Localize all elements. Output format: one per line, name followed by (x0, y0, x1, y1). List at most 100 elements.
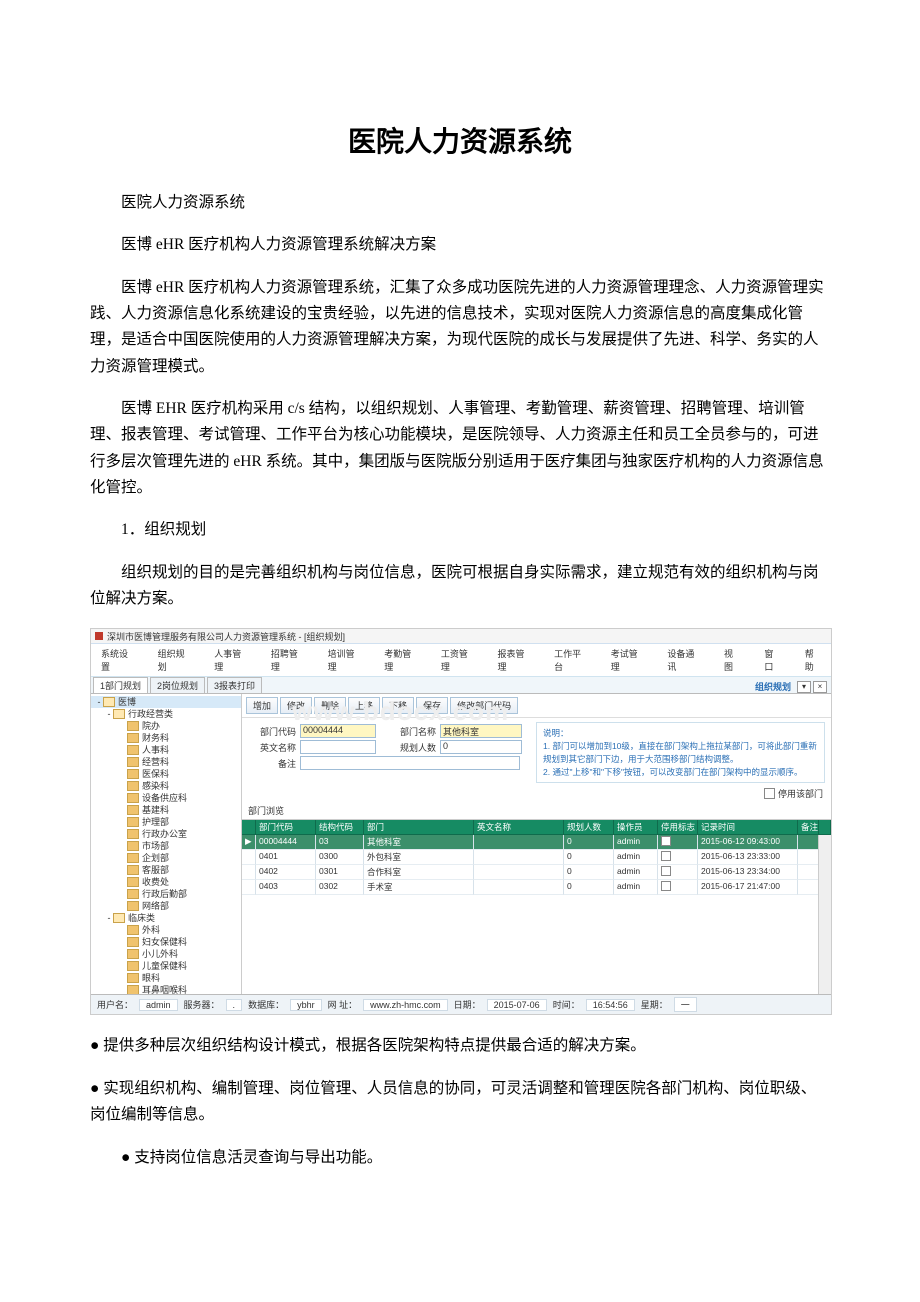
tree-node[interactable]: 眼科 (91, 972, 241, 984)
menu-item[interactable]: 系统设置 (95, 646, 140, 674)
tree-node[interactable]: 儿童保健科 (91, 960, 241, 972)
tree-node[interactable]: 妇女保健科 (91, 936, 241, 948)
status-date: 2015-07-06 (487, 999, 547, 1011)
menu-item[interactable]: 考勤管理 (378, 646, 423, 674)
window-icon (95, 632, 103, 640)
grid-cell: ▶ (242, 835, 256, 850)
tree-node[interactable]: -医博 (91, 696, 241, 708)
tree-node[interactable]: 经营科 (91, 756, 241, 768)
tree-label: 儿童保健科 (142, 960, 187, 972)
grid-cell: 0402 (256, 865, 316, 880)
tree-node[interactable]: 财务科 (91, 732, 241, 744)
dept-code-input[interactable]: 00004444 (300, 724, 376, 738)
vertical-scrollbar[interactable] (818, 835, 831, 994)
tab-bar: 1部门规划2岗位规划3报表打印 组织规划 ▾ × (91, 677, 831, 694)
tree-node[interactable]: 行政后勤部 (91, 888, 241, 900)
tree-node[interactable]: 小儿外科 (91, 948, 241, 960)
para-4: 医博 EHR 医疗机构采用 c/s 结构，以组织规划、人事管理、考勤管理、薪资管… (90, 396, 830, 501)
toolbar-button[interactable]: 修改部门代码 (450, 697, 518, 714)
tree-node[interactable]: 设备供应科 (91, 792, 241, 804)
tree-node[interactable]: -行政经营类 (91, 708, 241, 720)
menu-item[interactable]: 人事管理 (208, 646, 253, 674)
status-server-label: 服务器： (184, 998, 220, 1011)
grid-header-cell: 停用标志 (658, 820, 698, 835)
grid-cell: 合作科室 (364, 865, 474, 880)
grid-cell: 2015-06-13 23:33:00 (698, 850, 798, 865)
plan-count-input[interactable]: 0 (440, 740, 522, 754)
folder-icon (127, 901, 139, 911)
menu-item[interactable]: 设备通讯 (661, 646, 706, 674)
stop-flag-checkbox[interactable] (661, 836, 671, 846)
status-site-label: 网 址： (328, 998, 358, 1011)
grid-row[interactable]: 04020301合作科室0admin2015-06-13 23:34:00 (242, 865, 831, 880)
tab[interactable]: 1部门规划 (93, 677, 148, 693)
stop-flag-checkbox[interactable] (661, 866, 671, 876)
grid-cell: 0 (564, 850, 614, 865)
en-name-input[interactable] (300, 740, 376, 754)
tree-node[interactable]: 耳鼻咽喉科 (91, 984, 241, 994)
grid-header-cell: 结构代码 (316, 820, 364, 835)
dept-name-input[interactable]: 其他科室 (440, 724, 522, 738)
stop-checkbox[interactable] (764, 788, 775, 799)
toolbar-button[interactable]: 上移 (348, 697, 380, 714)
toolbar-button[interactable]: 增加 (246, 697, 278, 714)
menu-item[interactable]: 视图 (718, 646, 746, 674)
dept-code-label: 部门代码 (248, 725, 296, 738)
tree-node[interactable]: 护理部 (91, 816, 241, 828)
tree-label: 网络部 (142, 900, 169, 912)
grid-row[interactable]: ▶0000444403其他科室0admin2015-06-12 09:43:00 (242, 835, 831, 850)
tree-node[interactable]: 企划部 (91, 852, 241, 864)
folder-icon (127, 853, 139, 863)
folder-icon (127, 745, 139, 755)
grid-row[interactable]: 04010300外包科室0admin2015-06-13 23:33:00 (242, 850, 831, 865)
toolbar-button[interactable]: 删除 (314, 697, 346, 714)
hint-2: 2. 通过"上移"和"下移"按钮，可以改变部门在部门架构中的显示顺序。 (543, 766, 818, 779)
tree-node[interactable]: 人事科 (91, 744, 241, 756)
grid-body[interactable]: ▶0000444403其他科室0admin2015-06-12 09:43:00… (242, 835, 831, 994)
grid-row[interactable]: 04030302手术室0admin2015-06-17 21:47:00 (242, 880, 831, 895)
tree-node[interactable]: -临床类 (91, 912, 241, 924)
tree-node[interactable]: 基建科 (91, 804, 241, 816)
tree-node[interactable]: 网络部 (91, 900, 241, 912)
menu-item[interactable]: 组织规划 (152, 646, 197, 674)
tree-node[interactable]: 市场部 (91, 840, 241, 852)
grid-header-cell: 部门 (364, 820, 474, 835)
grid-cell: 0300 (316, 850, 364, 865)
tree-node[interactable]: 感染科 (91, 780, 241, 792)
menu-item[interactable]: 工资管理 (435, 646, 480, 674)
tab[interactable]: 3报表打印 (207, 677, 262, 693)
menu-item[interactable]: 帮助 (799, 646, 827, 674)
remark-input[interactable] (300, 756, 520, 770)
folder-icon (127, 781, 139, 791)
tree-node[interactable]: 医保科 (91, 768, 241, 780)
menu-item[interactable]: 报表管理 (491, 646, 536, 674)
menu-item[interactable]: 工作平台 (548, 646, 593, 674)
close-icon[interactable]: × (813, 681, 827, 693)
remark-label: 备注 (248, 757, 296, 770)
toolbar-button[interactable]: 下移 (382, 697, 414, 714)
status-date-label: 日期： (454, 998, 481, 1011)
tab[interactable]: 2岗位规划 (150, 677, 205, 693)
tree-node[interactable]: 外科 (91, 924, 241, 936)
tree-node[interactable]: 收费处 (91, 876, 241, 888)
tree-node[interactable]: 客服部 (91, 864, 241, 876)
grid-header: 部门代码结构代码部门英文名称规划人数操作员停用标志记录时间备注 (242, 820, 831, 835)
toolbar-button[interactable]: 修改 (280, 697, 312, 714)
stop-flag-checkbox[interactable] (661, 851, 671, 861)
grid-cell: 2015-06-17 21:47:00 (698, 880, 798, 895)
menu-item[interactable]: 考试管理 (605, 646, 650, 674)
toolbar-button[interactable]: 保存 (416, 697, 448, 714)
menu-item[interactable]: 培训管理 (322, 646, 367, 674)
menu-item[interactable]: 窗口 (758, 646, 786, 674)
stop-flag-checkbox[interactable] (661, 881, 671, 891)
grid-cell (474, 865, 564, 880)
tree-node[interactable]: 院办 (91, 720, 241, 732)
tree-node[interactable]: 行政办公室 (91, 828, 241, 840)
grid-cell: 0 (564, 835, 614, 850)
dropdown-icon[interactable]: ▾ (797, 681, 811, 693)
folder-icon (127, 817, 139, 827)
para-2: 医博 eHR 医疗机构人力资源管理系统解决方案 (90, 232, 830, 258)
grid-cell: 2015-06-13 23:34:00 (698, 865, 798, 880)
menu-item[interactable]: 招聘管理 (265, 646, 310, 674)
dept-tree[interactable]: -医博-行政经营类院办财务科人事科经营科医保科感染科设备供应科基建科护理部行政办… (91, 694, 242, 994)
